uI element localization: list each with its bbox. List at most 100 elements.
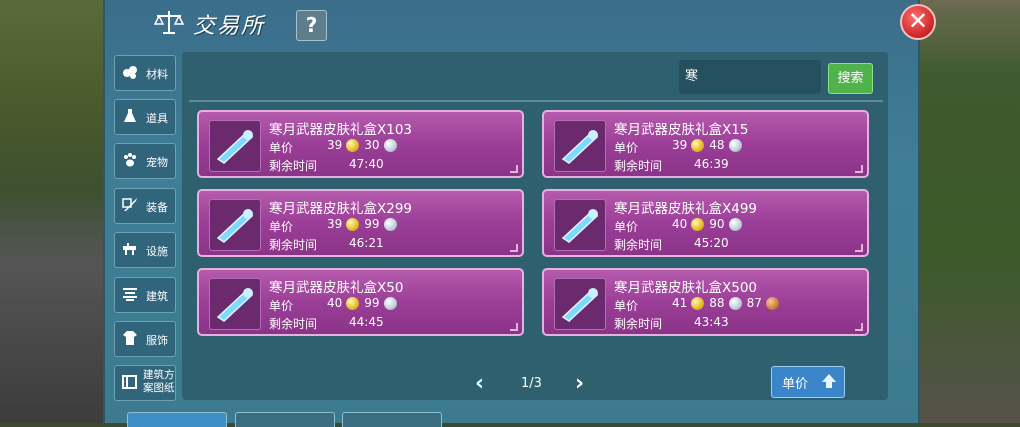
item-name: 寒月武器皮肤礼盒X299 [269, 201, 413, 217]
gold-coin-icon [691, 296, 705, 310]
paw-icon [124, 153, 136, 167]
remaining-time: 44:45 [349, 315, 384, 329]
page-title: 交易所 [193, 14, 266, 39]
clothing-icon [123, 331, 137, 345]
remaining-time: 46:39 [694, 157, 729, 171]
exchange-panel: 交易所 ? ✕ 材料 道具 宠物 装备 设施 建筑 服饰 建筑方案图纸 寒 搜索 [103, 0, 936, 427]
silver-coin-icon [728, 217, 742, 231]
corner-mark [510, 165, 518, 173]
remaining-time: 45:20 [694, 236, 729, 250]
silver-amount: 90 [709, 217, 725, 231]
weapon-skin-box-icon [209, 120, 261, 172]
category-building[interactable]: 建筑 [114, 277, 176, 313]
category-pet[interactable]: 宠物 [114, 143, 176, 179]
listing-card[interactable]: 寒月武器皮肤礼盒X15 单价 39 48 剩余时间 46:39 [542, 110, 869, 178]
silver-amount: 48 [709, 138, 725, 152]
category-label: 建筑方案图纸 [143, 369, 175, 394]
corner-mark [510, 323, 518, 331]
building-icon [123, 288, 137, 301]
remaining-time: 47:40 [349, 157, 384, 171]
remaining-time: 43:43 [694, 315, 729, 329]
silver-amount: 99 [364, 217, 380, 231]
weapon-skin-box-icon [554, 278, 606, 330]
bottom-tab-3[interactable] [342, 412, 442, 427]
item-name: 寒月武器皮肤礼盒X103 [269, 122, 413, 138]
silver-coin-icon [383, 296, 397, 310]
listing-card[interactable]: 寒月武器皮肤礼盒X299 单价 39 99 剩余时间 46:21 [197, 189, 524, 257]
item-name: 寒月武器皮肤礼盒X500 [614, 280, 758, 296]
category-material[interactable]: 材料 [114, 55, 176, 91]
silver-coin-icon [383, 138, 397, 152]
corner-mark [855, 165, 863, 173]
item-name: 寒月武器皮肤礼盒X50 [269, 280, 404, 296]
search-input[interactable]: 寒 [679, 60, 821, 94]
category-equipment[interactable]: 装备 [114, 188, 176, 224]
gold-coin-icon [691, 217, 705, 231]
listing-card[interactable]: 寒月武器皮肤礼盒X500 单价 41 88 87 剩余时间 43:43 [542, 268, 869, 336]
category-label: 装备 [146, 201, 168, 214]
listing-card[interactable]: 寒月武器皮肤礼盒X50 单价 40 99 剩余时间 44:45 [197, 268, 524, 336]
listing-card[interactable]: 寒月武器皮肤礼盒X499 单价 40 90 剩余时间 45:20 [542, 189, 869, 257]
material-icon [123, 66, 137, 79]
silver-coin-icon [383, 217, 397, 231]
category-clothing[interactable]: 服饰 [114, 321, 176, 357]
potion-icon [124, 109, 136, 122]
category-blueprint[interactable]: 建筑方案图纸 [114, 365, 176, 401]
price-value: 40 99 [327, 296, 400, 310]
scale-icon [153, 11, 185, 34]
item-name: 寒月武器皮肤礼盒X15 [614, 122, 749, 138]
weapon-skin-box-icon [209, 199, 261, 251]
background-right [916, 0, 1020, 423]
price-label: 单价 [614, 220, 639, 234]
category-facility[interactable]: 设施 [114, 232, 176, 268]
price-label: 单价 [269, 220, 294, 234]
silver-coin-icon [728, 138, 742, 152]
weapon-skin-box-icon [554, 199, 606, 251]
gold-amount: 40 [327, 296, 343, 310]
category-label: 建筑 [146, 290, 168, 303]
title-bar: 交易所 ? ✕ [105, 0, 936, 48]
price-value: 39 30 [327, 138, 400, 152]
category-label: 道具 [146, 112, 168, 125]
bottom-tab-1[interactable] [127, 412, 227, 427]
gold-coin-icon [346, 138, 360, 152]
corner-mark [855, 244, 863, 252]
sort-label: 单价 [782, 377, 809, 392]
time-label: 剩余时间 [614, 238, 663, 252]
corner-mark [510, 244, 518, 252]
price-label: 单价 [614, 141, 639, 155]
bottom-tab-2[interactable] [235, 412, 335, 427]
gold-coin-icon [346, 217, 360, 231]
gold-amount: 40 [672, 217, 688, 231]
time-label: 剩余时间 [614, 317, 663, 331]
next-page-button[interactable]: › [575, 371, 584, 396]
price-value: 41 88 87 [672, 296, 782, 310]
corner-mark [855, 323, 863, 331]
category-label: 宠物 [146, 156, 168, 169]
time-label: 剩余时间 [614, 159, 663, 173]
time-label: 剩余时间 [269, 238, 318, 252]
silver-amount: 88 [709, 296, 725, 310]
category-label: 设施 [146, 245, 168, 258]
copper-coin-icon [765, 296, 779, 310]
search-button[interactable]: 搜索 [828, 63, 873, 94]
item-name: 寒月武器皮肤礼盒X499 [614, 201, 758, 217]
category-item[interactable]: 道具 [114, 99, 176, 135]
time-label: 剩余时间 [269, 317, 318, 331]
listing-card[interactable]: 寒月武器皮肤礼盒X103 单价 39 30 剩余时间 47:40 [197, 110, 524, 178]
help-button[interactable]: ? [296, 10, 327, 41]
price-label: 单价 [269, 141, 294, 155]
category-label: 材料 [146, 68, 168, 81]
close-button[interactable]: ✕ [900, 4, 936, 40]
sort-by-price-button[interactable]: 单价 [771, 366, 845, 398]
category-label: 服饰 [146, 334, 168, 347]
prev-page-button[interactable]: ‹ [475, 371, 484, 396]
gold-amount: 41 [672, 296, 688, 310]
page-indicator: 1/3 [521, 376, 542, 391]
price-label: 单价 [269, 299, 294, 313]
gold-coin-icon [346, 296, 360, 310]
price-value: 39 48 [672, 138, 745, 152]
time-label: 剩余时间 [269, 159, 318, 173]
arrow-up-icon [822, 374, 836, 388]
facility-icon [123, 243, 136, 255]
